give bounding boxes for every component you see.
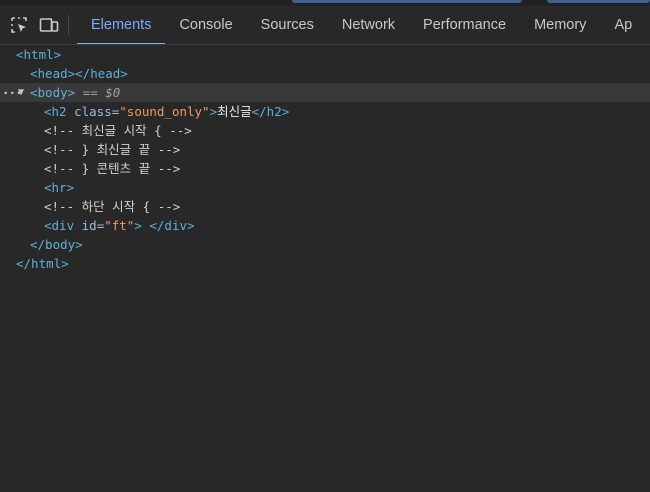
tab-application[interactable]: Ap	[600, 6, 646, 44]
inspect-element-icon[interactable]	[4, 6, 34, 44]
tab-console[interactable]: Console	[165, 6, 246, 44]
toolbar-separator	[68, 15, 69, 35]
selected-node-marker: == $0	[82, 85, 121, 100]
device-toolbar-icon[interactable]	[34, 6, 64, 44]
dom-node-h2[interactable]: <h2 class="sound_only">최신글</h2>	[0, 102, 650, 121]
dom-tree: <html> <head></head> ··· ▼ <body> == $0 …	[0, 45, 650, 273]
comment-text: <!-- } 최신글 끝 -->	[44, 142, 181, 157]
browser-tab-indicator	[547, 0, 650, 3]
dom-node-body-close[interactable]: </body>	[0, 235, 650, 254]
comment-text: <!-- 하단 시작 { -->	[44, 199, 181, 214]
div-open-tag: <div	[44, 218, 82, 233]
devtools-window: Elements Console Sources Network Perform…	[0, 0, 650, 492]
dom-node-hr[interactable]: <hr>	[0, 178, 650, 197]
h2-close-bracket: >	[209, 104, 218, 119]
div-attr-name: id=	[81, 218, 105, 233]
div-attr-value: "ft"	[104, 218, 135, 233]
html-close-tag: </html>	[16, 256, 69, 271]
html-open-tag: <html>	[16, 47, 62, 62]
dom-node-comment[interactable]: <!-- 하단 시작 { -->	[0, 197, 650, 216]
tab-network[interactable]: Network	[328, 6, 409, 44]
browser-tab-indicator	[292, 0, 522, 3]
div-close-tag: > </div>	[134, 218, 195, 233]
h2-open-tag: <h2	[44, 104, 75, 119]
tab-performance[interactable]: Performance	[409, 6, 520, 44]
devtools-toolbar: Elements Console Sources Network Perform…	[0, 6, 650, 45]
dom-node-comment[interactable]: <!-- } 콘텐츠 끝 -->	[0, 159, 650, 178]
h2-attr-value: "sound_only"	[119, 104, 210, 119]
hr-tag: <hr>	[44, 180, 75, 195]
dom-node-div[interactable]: <div id="ft"> </div>	[0, 216, 650, 235]
dom-node-body[interactable]: ··· ▼ <body> == $0	[0, 83, 650, 102]
body-open-tag: <body>	[30, 85, 76, 100]
dom-node-head[interactable]: <head></head>	[0, 64, 650, 83]
dom-node-comment[interactable]: <!-- 최신글 시작 { -->	[0, 121, 650, 140]
tab-memory[interactable]: Memory	[520, 6, 600, 44]
collapse-triangle-icon[interactable]: ▼	[18, 83, 24, 102]
h2-attr-name: class=	[74, 104, 120, 119]
h2-close-tag: </h2>	[251, 104, 290, 119]
dom-node-html-close[interactable]: </html>	[0, 254, 650, 273]
h2-text: 최신글	[217, 104, 252, 119]
dom-node-html[interactable]: <html>	[0, 45, 650, 64]
comment-text: <!-- } 콘텐츠 끝 -->	[44, 161, 181, 176]
head-tag: <head></head>	[30, 66, 128, 81]
body-close-tag: </body>	[30, 237, 83, 252]
dom-node-comment[interactable]: <!-- } 최신글 끝 -->	[0, 140, 650, 159]
comment-text: <!-- 최신글 시작 { -->	[44, 123, 192, 138]
tab-sources[interactable]: Sources	[247, 6, 328, 44]
tab-elements[interactable]: Elements	[77, 6, 166, 44]
